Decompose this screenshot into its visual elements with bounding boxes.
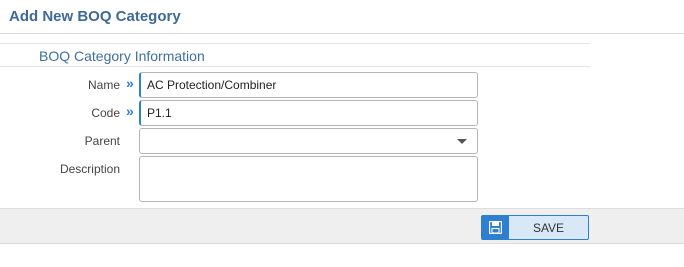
parent-row: Parent [0,128,590,154]
form-footer: SAVE [0,208,684,244]
code-input-value: P1.1 [147,106,172,120]
code-input[interactable]: P1.1 [139,100,478,126]
parent-select[interactable] [139,128,478,154]
name-row: Name » AC Protection/Combiner [0,72,590,98]
description-row: Description [0,156,590,202]
section-divider [0,66,590,67]
code-label: Code [91,106,120,120]
required-icon: » [126,103,134,119]
name-input-value: AC Protection/Combiner [147,78,277,92]
page-title: Add New BOQ Category [9,8,181,25]
code-row: Code » P1.1 [0,100,590,126]
section-title: BOQ Category Information [39,48,205,64]
parent-label: Parent [84,134,120,148]
save-button[interactable]: SAVE [481,215,589,240]
description-label: Description [59,162,120,176]
chevron-down-icon[interactable] [457,139,467,144]
description-textarea[interactable] [139,156,478,202]
form-section: BOQ Category Information [0,43,590,67]
save-button-label: SAVE [532,220,565,235]
title-bar: Add New BOQ Category [0,0,684,34]
floppy-disk-icon [482,216,509,239]
name-input[interactable]: AC Protection/Combiner [139,72,478,98]
name-label: Name [87,78,120,92]
required-icon: » [126,75,134,91]
